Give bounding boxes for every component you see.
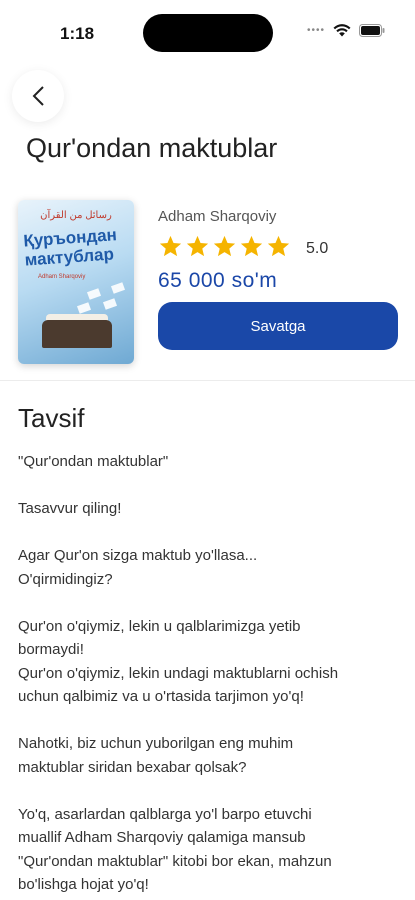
page-title: Qur'ondan maktublar [26, 133, 278, 163]
battery-icon [359, 24, 385, 37]
rating-stars [158, 234, 291, 259]
description-line: Yo'q, asarlardan qalblarga yo'l barpo et… [18, 805, 312, 823]
description-line [18, 591, 403, 615]
add-to-cart-button[interactable]: Savatga [158, 302, 398, 350]
cover-book-stand [42, 320, 112, 348]
cover-paper-shape [76, 302, 92, 314]
description-line [18, 709, 403, 733]
signal-icon: •••• [306, 25, 325, 36]
description-line: uchun qalbimiz va u o'rtasida tarjimon y… [18, 688, 304, 705]
chevron-left-icon [32, 86, 44, 106]
description-line: O'qirmidingiz? [18, 570, 113, 588]
description-line: muallif Adham Sharqoviy qalamiga mansub [18, 829, 306, 846]
description-line: bormaydi! [18, 641, 84, 658]
dynamic-island [143, 14, 273, 52]
star-icon [213, 235, 236, 257]
cover-arabic-title: رسائل من القرآن [40, 210, 112, 221]
divider [0, 380, 415, 381]
description-line: bo'lishga hojat yo'q! [18, 876, 149, 893]
rating-value: 5.0 [306, 240, 329, 257]
description-line [18, 474, 403, 498]
status-time: 1:18 [60, 24, 95, 43]
star-icon [240, 235, 263, 257]
description-line [18, 521, 403, 545]
description-line: Qur'on o'qiymiz, lekin u qalblarimizga y… [18, 617, 301, 635]
cover-paper-shape [102, 298, 118, 310]
cover-title: Қуръондан мактублар [22, 225, 118, 270]
book-price: 65 000 so'm [158, 269, 278, 292]
description-line [18, 779, 403, 803]
cover-paper-shape [110, 282, 126, 294]
star-icon [186, 235, 209, 257]
cover-author: Adham Sharqoviy [38, 274, 86, 280]
wifi-icon [333, 24, 351, 37]
description-line: Tasavvur qiling! [18, 500, 122, 517]
book-card: رسائل من القرآن Қуръондан мактублар Adha… [0, 180, 415, 380]
description-line: Qur'on o'qiymiz, lekin undagi maktublarn… [18, 664, 339, 682]
description-title: Tavsif [18, 403, 85, 433]
back-button[interactable] [12, 70, 64, 122]
description-line: "Qur'ondan maktublar" [18, 453, 169, 470]
status-bar: 1:18 •••• [0, 0, 415, 60]
description-line: Agar Qur'on sizga maktub yo'llasa... [18, 547, 258, 564]
status-icons: •••• [307, 24, 385, 37]
star-icon [267, 235, 290, 257]
book-cover-image[interactable]: رسائل من القرآن Қуръондан мактублар Adha… [18, 200, 134, 364]
book-author[interactable]: Adham Sharqoviy [158, 208, 276, 225]
description-line: Nahotki, biz uchun yuborilgan eng muhim [18, 735, 294, 752]
description-line: "Qur'ondan maktublar" kitobi bor ekan, m… [18, 852, 332, 870]
star-icon [159, 235, 182, 257]
description-line: maktublar siridan bexabar qolsak? [18, 758, 247, 776]
cover-paper-shape [86, 288, 102, 300]
description-text: "Qur'ondan maktublar" Tasavvur qiling! Aga… [18, 450, 403, 897]
